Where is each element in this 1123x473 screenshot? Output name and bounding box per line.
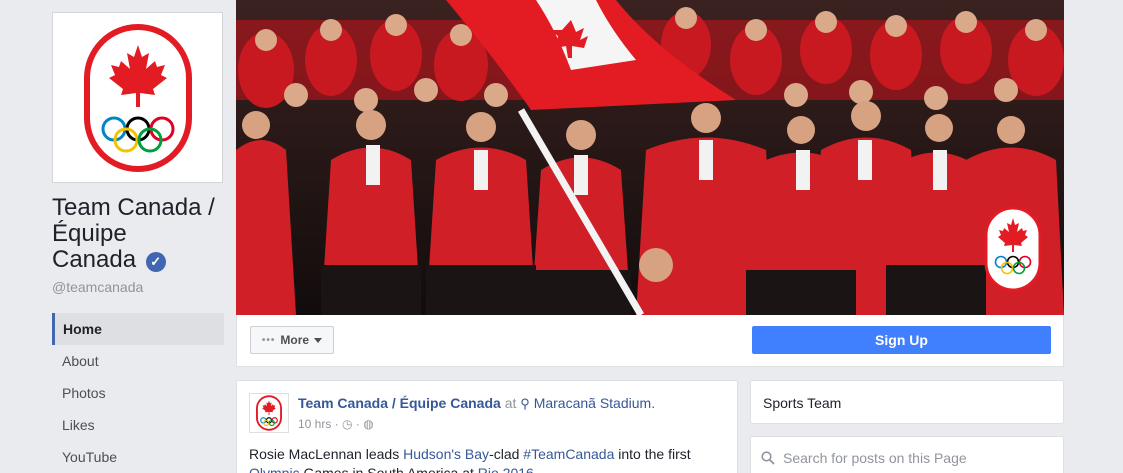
globe-icon: ◍ — [363, 417, 374, 431]
search-icon — [761, 451, 775, 465]
cover-photo-image — [236, 0, 1064, 315]
post-text: Rosie MacLennan leads Hudson's Bay-clad … — [249, 445, 719, 473]
location-pin-icon: ⚲ — [520, 396, 530, 411]
page-title: Team Canada / Équipe Canada ✓ — [52, 195, 224, 273]
page-category[interactable]: Sports Team — [763, 395, 841, 411]
nav-item-likes[interactable]: Likes — [52, 409, 224, 441]
more-button[interactable]: ••• More — [250, 326, 334, 354]
caret-down-icon — [314, 337, 323, 343]
page-handle: @teamcanada — [52, 279, 144, 295]
page-title-line-1: Team Canada / — [52, 194, 215, 221]
more-button-label: More — [280, 333, 310, 347]
search-posts-input[interactable] — [783, 450, 1053, 466]
post-text-part: Games in South America at — [299, 465, 478, 473]
verified-badge-check-icon: ✓ — [145, 252, 166, 272]
post-author-avatar[interactable] — [249, 393, 289, 433]
post-card: Team Canada / Équipe Canada at ⚲ Maracan… — [236, 380, 738, 473]
page-title-line-3: Canada — [52, 246, 137, 273]
more-dots-icon: ••• — [261, 334, 276, 346]
page-nav: Home About Photos Likes YouTube — [52, 313, 224, 473]
post-text-part: Rosie MacLennan leads — [249, 446, 404, 462]
post-text-part: into the first — [614, 446, 691, 462]
separator-dot: · — [355, 417, 360, 431]
post-header: Team Canada / Équipe Canada at ⚲ Maracan… — [298, 395, 655, 412]
post-at-text: at — [504, 395, 517, 411]
nav-item-photos[interactable]: Photos — [52, 377, 224, 409]
profile-picture[interactable] — [52, 12, 223, 183]
nav-item-about[interactable]: About — [52, 345, 224, 377]
cover-photo[interactable] — [236, 0, 1064, 315]
post-text-part: -clad — [489, 446, 524, 462]
post-link-hudsons-bay[interactable]: Hudson's Bay — [403, 446, 489, 462]
left-column: Team Canada / Équipe Canada ✓ @teamcanad… — [52, 12, 224, 473]
team-canada-logo — [83, 23, 192, 172]
post-hashtag-teamcanada[interactable]: #TeamCanada — [523, 446, 614, 462]
page-category-box: Sports Team — [750, 380, 1064, 424]
page-post-search — [750, 436, 1064, 473]
page-title-line-2: Équipe — [52, 220, 127, 247]
nav-item-youtube[interactable]: YouTube — [52, 441, 224, 473]
team-canada-logo — [256, 395, 282, 431]
post-location-link[interactable]: Maracanã Stadium. — [534, 395, 655, 411]
post-text-part: . — [533, 465, 538, 473]
sign-up-button[interactable]: Sign Up — [752, 326, 1051, 354]
post-timestamp[interactable]: 10 hrs — [298, 417, 331, 431]
post-author-link[interactable]: Team Canada / Équipe Canada — [298, 395, 501, 411]
post-meta: 10 hrs · ◷ · ◍ — [298, 417, 374, 431]
clock-icon: ◷ — [342, 417, 353, 431]
cover-action-bar: ••• More Sign Up — [236, 315, 1064, 367]
nav-item-home[interactable]: Home — [52, 313, 224, 345]
post-link-olympic[interactable]: Olympic — [249, 465, 300, 473]
separator-dot: · — [334, 417, 339, 431]
post-link-rio-2016[interactable]: Rio 2016 — [478, 465, 534, 473]
